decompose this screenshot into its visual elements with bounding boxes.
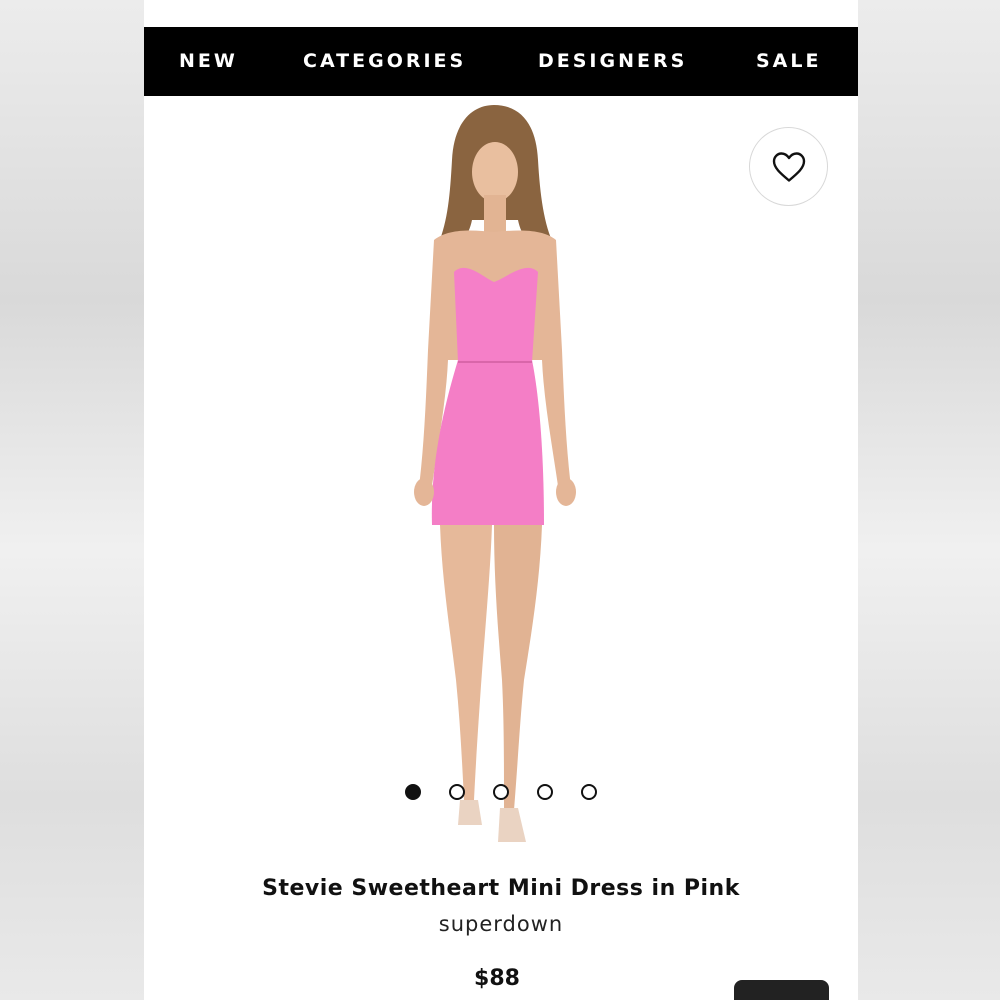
gallery-dot-3[interactable] <box>493 784 509 800</box>
right-shoe <box>498 808 526 842</box>
product-brand[interactable]: superdown <box>144 912 858 936</box>
nav-item-sale[interactable]: SALE <box>756 50 821 72</box>
left-hand <box>414 478 434 506</box>
gallery-dot-2[interactable] <box>449 784 465 800</box>
neck-shape <box>484 195 506 235</box>
phone-screen: NEW CATEGORIES DESIGNERS SALE Stevie Swe… <box>144 0 858 1000</box>
background-left <box>0 0 144 1000</box>
left-leg <box>440 525 492 800</box>
gallery-dot-5[interactable] <box>581 784 597 800</box>
product-title: Stevie Sweetheart Mini Dress in Pink <box>262 876 740 901</box>
right-leg <box>494 525 542 810</box>
dress-bodice <box>454 267 538 362</box>
gallery-dot-1[interactable] <box>405 784 421 800</box>
background-right <box>858 0 1000 1000</box>
left-shoe <box>458 800 482 825</box>
nav-item-designers[interactable]: DESIGNERS <box>538 50 687 72</box>
nav-item-new[interactable]: NEW <box>179 50 238 72</box>
heart-icon <box>772 151 805 182</box>
favorite-button[interactable] <box>749 127 828 206</box>
face-shape <box>472 142 518 202</box>
gallery-dot-4[interactable] <box>537 784 553 800</box>
nav-item-categories[interactable]: CATEGORIES <box>303 50 466 72</box>
dress-skirt <box>431 360 544 525</box>
product-image[interactable] <box>394 100 594 860</box>
top-nav: NEW CATEGORIES DESIGNERS SALE <box>144 27 858 96</box>
right-hand <box>556 478 576 506</box>
gallery-pagination <box>405 784 597 800</box>
add-to-bag-button[interactable] <box>734 980 829 1000</box>
